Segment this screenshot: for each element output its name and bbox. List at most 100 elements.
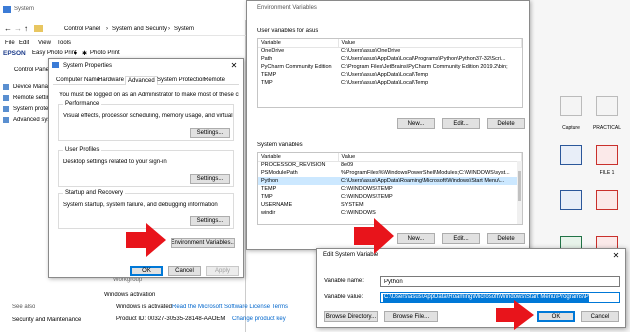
practical-file-icon[interactable] [596, 96, 618, 116]
table-row[interactable]: PSModulePath %ProgramFiles%\WindowsPowerS… [258, 169, 522, 177]
startup-recovery-settings-button[interactable]: Settings... [190, 216, 230, 226]
menu-tools[interactable]: Tools [57, 40, 71, 46]
performance-title: Performance [63, 101, 102, 107]
close-icon[interactable]: ✕ [225, 59, 243, 71]
system-properties-apply-button: Apply [206, 266, 239, 276]
user-edit-button[interactable]: Edit... [442, 118, 480, 129]
startup-recovery-group: Startup and Recovery System startup, sys… [58, 190, 234, 229]
easy-photo-print-button[interactable]: Easy Photo Print [32, 50, 77, 56]
system-col-value[interactable]: Value [338, 153, 522, 162]
system-variables-table: Variable Value PROCESSOR_REVISION 8e09 PS… [258, 153, 522, 217]
see-also-label: See also [12, 304, 36, 310]
up-arrow-icon[interactable]: ↑ [24, 24, 28, 33]
back-arrow-icon[interactable]: ← [4, 24, 12, 33]
browse-directory-button[interactable]: Browse Directory... [324, 311, 378, 322]
breadcrumb-control-panel[interactable]: Control Panel [64, 26, 100, 32]
table-row-selected[interactable]: Python C:\Users\asus\AppData\Roaming\Micr… [258, 177, 522, 185]
breadcrumb-system[interactable]: System [174, 26, 194, 32]
user-new-button[interactable]: New... [397, 118, 435, 129]
security-maintenance-link[interactable]: Security and Maintenance [12, 317, 81, 323]
system-list-scrollbar[interactable] [517, 161, 522, 224]
system-properties-cancel-button[interactable]: Cancel [168, 266, 201, 276]
variable-value-field[interactable]: C:\Users\asus\AppData\Roaming\Microsoft\… [380, 292, 620, 303]
menu-file[interactable]: File [5, 40, 15, 46]
system-edit-button[interactable]: Edit... [442, 233, 480, 244]
tab-advanced[interactable]: Advanced [125, 76, 158, 85]
user-variables-table: Variable Value OneDrive C:\Users\asus\One… [258, 39, 522, 87]
table-row[interactable]: USERNAME SYSTEM [258, 201, 522, 209]
variable-value-text: C:\Users\asus\AppData\Roaming\Microsoft\… [383, 294, 589, 302]
user-delete-button[interactable]: Delete [487, 118, 525, 129]
user-col-variable[interactable]: Variable [258, 39, 339, 48]
system-col-variable[interactable]: Variable [258, 153, 339, 162]
table-row[interactable]: windir C:\WINDOWS [258, 209, 522, 217]
user-profiles-settings-button[interactable]: Settings... [190, 174, 230, 184]
word-file-icon[interactable] [560, 145, 582, 165]
tab-computer-name[interactable]: Computer Name [56, 77, 100, 83]
user-col-value[interactable]: Value [338, 39, 522, 48]
table-row[interactable]: OneDrive C:\Users\asus\OneDrive [258, 47, 522, 55]
table-row[interactable]: TMP C:\Users\asus\AppData\Local\Temp [258, 79, 522, 87]
left-nav: Device Manag Remote settin System protec… [0, 82, 48, 132]
system-titlebar: System [0, 0, 246, 20]
left-nav-system-protection[interactable]: System protec [13, 106, 48, 112]
breadcrumb-sep-1: › [106, 26, 108, 32]
user-variables-list[interactable]: Variable Value OneDrive C:\Users\asus\One… [257, 38, 523, 108]
edit-dialog-cancel-button[interactable]: Cancel [581, 311, 619, 322]
performance-settings-button[interactable]: Settings... [190, 128, 230, 138]
variable-name-value: Python [384, 279, 403, 285]
table-row[interactable]: TEMP C:\Users\asus\AppData\Local\Temp [258, 71, 522, 79]
env-vars-titlebar: Environment Variables [247, 1, 529, 14]
edit-dialog-ok-button[interactable]: OK [537, 311, 575, 322]
browse-file-button[interactable]: Browse File... [384, 311, 438, 322]
system-delete-button[interactable]: Delete [487, 233, 525, 244]
performance-desc: Visual effects, processor scheduling, me… [63, 113, 233, 119]
system-app-icon [3, 6, 11, 13]
system-properties-titlebar: System Properties [49, 59, 243, 72]
system-new-button[interactable]: New... [397, 233, 435, 244]
dropdown-arrow-icon[interactable]: ▾ [74, 50, 77, 57]
breadcrumb-system-security[interactable]: System and Security [112, 26, 167, 32]
system-variables-list[interactable]: Variable Value PROCESSOR_REVISION 8e09 PS… [257, 152, 523, 225]
edit-dialog-close-icon[interactable]: ✕ [607, 249, 625, 261]
table-row[interactable]: TEMP C:\WINDOWS\TEMP [258, 185, 522, 193]
user-profiles-title: User Profiles [63, 147, 102, 153]
table-row[interactable]: PyCharm Community Edition C:\Program File… [258, 63, 522, 71]
capture-file-icon[interactable] [560, 96, 582, 116]
tab-hardware[interactable]: Hardware [98, 77, 124, 83]
edit-dialog-titlebar: Edit System Variable [317, 249, 625, 260]
product-id: Product ID: 00327-30535-28148-AAOEM [116, 316, 226, 322]
pdf-file-icon[interactable] [596, 145, 618, 165]
user-profiles-group: User Profiles Desktop settings related t… [58, 147, 234, 187]
tab-system-protection[interactable]: System Protection [157, 77, 206, 83]
env-vars-title: Environment Variables [257, 4, 317, 11]
system-properties-title: System Properties [63, 62, 113, 69]
photo-print-icon: ✱ [82, 51, 88, 57]
word-file-icon-2[interactable] [560, 190, 582, 210]
license-terms-link[interactable]: Read the Microsoft Software License Term… [172, 304, 288, 310]
scrollbar-thumb[interactable] [518, 171, 521, 201]
system-properties-ok-button[interactable]: OK [130, 266, 163, 276]
table-row[interactable]: Path C:\Users\asus\AppData\Local\Programs… [258, 55, 522, 63]
admin-note: You must be logged on as an Administrato… [59, 92, 239, 98]
startup-recovery-desc: System startup, system failure, and debu… [63, 202, 218, 208]
photo-print-button[interactable]: Photo Print [90, 50, 120, 56]
left-nav-device-manager[interactable]: Device Manag [13, 84, 48, 90]
table-row[interactable]: PROCESSOR_REVISION 8e09 [258, 161, 522, 169]
left-nav-remote-settings[interactable]: Remote settin [13, 95, 48, 101]
environment-variables-button[interactable]: Environment Variables... [171, 238, 235, 248]
tab-remote[interactable]: Remote [204, 77, 225, 83]
variable-name-field[interactable]: Python [380, 276, 620, 287]
table-row[interactable]: TMP C:\WINDOWS\TEMP [258, 193, 522, 201]
system-variables-label: System variables [257, 142, 303, 148]
pdf-file-icon-2[interactable] [596, 190, 618, 210]
system-protection-icon [3, 106, 9, 112]
variable-value-label: Variable value: [324, 294, 364, 300]
left-nav-advanced-settings[interactable]: Advanced syst [13, 117, 48, 123]
menu-edit[interactable]: Edit [19, 40, 29, 46]
address-bar[interactable]: ← → ↑ Control Panel › System and Securit… [0, 22, 246, 36]
change-product-key-link[interactable]: Change product key [232, 316, 286, 322]
environment-variables-dialog: Environment Variables User variables for… [246, 0, 530, 250]
forward-arrow-icon[interactable]: → [14, 24, 22, 33]
menu-view[interactable]: View [38, 40, 51, 46]
